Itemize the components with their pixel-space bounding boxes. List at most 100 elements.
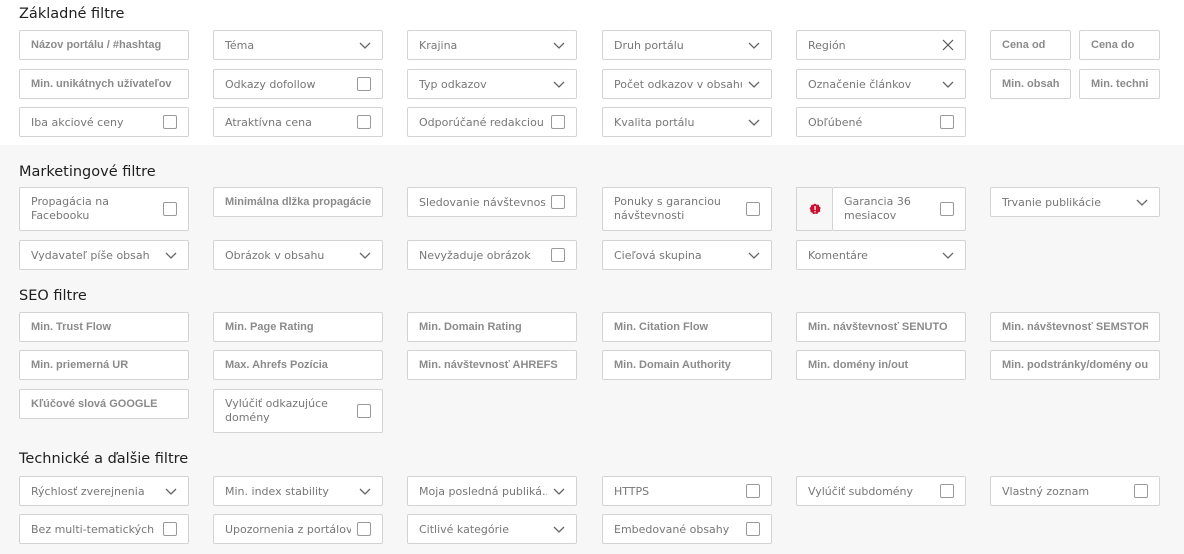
- tema-label: Téma: [225, 38, 255, 52]
- min-technickej-input[interactable]: Min. technickej: [1079, 69, 1160, 99]
- portal-name-input[interactable]: Názov portálu / #hashtag: [19, 30, 189, 60]
- min-technickej-placeholder: Min. technickej: [1091, 78, 1148, 90]
- akciove-ceny-checkbox[interactable]: Iba akciové ceny: [19, 107, 189, 137]
- dofollow-label: Odkazy dofollow: [225, 77, 316, 91]
- domain-authority-placeholder: Min. Domain Authority: [614, 359, 731, 371]
- upozornenia-checkbox[interactable]: Upozornenia z portálov: [213, 514, 383, 544]
- checkbox-box[interactable]: [551, 195, 565, 209]
- domain-rating-input[interactable]: Min. Domain Rating: [407, 312, 577, 342]
- citation-flow-placeholder: Min. Citation Flow: [614, 321, 709, 333]
- checkbox-box[interactable]: [163, 115, 177, 129]
- warning-badge: [796, 187, 832, 231]
- garancia-36-checkbox[interactable]: Garancia 36 mesiacov: [832, 187, 966, 231]
- domeny-input[interactable]: Min. domény in/out: [796, 350, 966, 380]
- oznacenie-select[interactable]: Označenie článkov: [796, 69, 966, 99]
- checkbox-box[interactable]: [746, 484, 760, 498]
- nevyzaduje-checkbox[interactable]: Nevyžaduje obrázok: [407, 240, 577, 270]
- pocet-odkazov-select[interactable]: Počet odkazov v obsahu: [602, 69, 772, 99]
- ponuky-garancia-checkbox[interactable]: Ponuky s garanciou návštevnosti: [602, 187, 772, 231]
- checkbox-box[interactable]: [551, 115, 565, 129]
- tema-select[interactable]: Téma: [213, 30, 383, 60]
- section-title-basic: Základné filtre: [19, 6, 125, 22]
- krajina-select[interactable]: Krajina: [407, 30, 577, 60]
- ponuky-garancia-label: Ponuky s garanciou návštevnosti: [614, 195, 721, 222]
- domain-authority-input[interactable]: Min. Domain Authority: [602, 350, 772, 380]
- semstorm-input[interactable]: Min. návštevnosť SEMSTORM: [990, 312, 1160, 342]
- checkbox-box[interactable]: [940, 202, 954, 216]
- sledovanie-label: Sledovanie návštevnosti: [419, 195, 545, 209]
- rychlost-select[interactable]: Rýchlosť zverejnenia: [19, 476, 189, 506]
- checkbox-box[interactable]: [746, 202, 760, 216]
- vylucit-domeny-checkbox[interactable]: Vylúčiť odkazujúce domény: [213, 389, 383, 433]
- dofollow-checkbox[interactable]: Odkazy dofollow: [213, 69, 383, 99]
- trust-flow-placeholder: Min. Trust Flow: [31, 321, 112, 333]
- podstranky-input[interactable]: Min. podstránky/domény out: [990, 350, 1160, 380]
- checkbox-box[interactable]: [940, 115, 954, 129]
- checkbox-box[interactable]: [746, 522, 760, 536]
- odporucane-checkbox[interactable]: Odporúčané redakciou: [407, 107, 577, 137]
- vlastny-zoznam-checkbox[interactable]: Vlastný zoznam: [990, 476, 1160, 506]
- chevron-down-icon: [748, 252, 760, 259]
- citation-flow-input[interactable]: Min. Citation Flow: [602, 312, 772, 342]
- cielova-select[interactable]: Cieľová skupina: [602, 240, 772, 270]
- min-obsahu-input[interactable]: Min. obsahu: [990, 69, 1071, 99]
- cena-od-placeholder: Cena od: [1002, 39, 1046, 51]
- checkbox-box[interactable]: [357, 522, 371, 536]
- embedovane-checkbox[interactable]: Embedované obsahy: [602, 514, 772, 544]
- checkbox-box[interactable]: [357, 77, 371, 91]
- komentare-select[interactable]: Komentáre: [796, 240, 966, 270]
- index-stability-select[interactable]: Min. index stability: [213, 476, 383, 506]
- posledna-publikacia-label: Moja posledná publiká...: [419, 484, 547, 498]
- trvanie-label: Trvanie publikácie: [1002, 195, 1102, 209]
- min-dlzka-input[interactable]: Minimálna dĺžka propagácie: [213, 187, 383, 217]
- rychlost-label: Rýchlosť zverejnenia: [31, 484, 145, 498]
- druh-portalu-label: Druh portálu: [614, 38, 684, 52]
- warning-icon: [809, 203, 821, 215]
- obrazok-select[interactable]: Obrázok v obsahu: [213, 240, 383, 270]
- pocet-odkazov-label: Počet odkazov v obsahu: [614, 77, 742, 91]
- chevron-down-icon: [553, 526, 565, 533]
- checkbox-box[interactable]: [940, 484, 954, 498]
- kvalita-select[interactable]: Kvalita portálu: [602, 107, 772, 137]
- vydavatel-select[interactable]: Vydavateľ píše obsah: [19, 240, 189, 270]
- checkbox-box[interactable]: [551, 248, 565, 262]
- facebook-checkbox[interactable]: Propagácia na Facebooku: [19, 187, 189, 231]
- trust-flow-input[interactable]: Min. Trust Flow: [19, 312, 189, 342]
- checkbox-box[interactable]: [163, 202, 177, 216]
- senuto-placeholder: Min. návštevnosť SENUTO: [808, 321, 948, 333]
- priemerna-ur-input[interactable]: Min. priemerná UR: [19, 350, 189, 380]
- min-users-input[interactable]: Min. unikátnych užívateľov: [19, 69, 189, 99]
- page-rating-input[interactable]: Min. Page Rating: [213, 312, 383, 342]
- checkbox-box[interactable]: [357, 404, 371, 418]
- cena-do-input[interactable]: Cena do: [1079, 30, 1160, 60]
- close-icon[interactable]: [942, 39, 954, 51]
- checkbox-box[interactable]: [1134, 484, 1148, 498]
- https-checkbox[interactable]: HTTPS: [602, 476, 772, 506]
- region-select[interactable]: Región: [796, 30, 966, 60]
- subdomeny-checkbox[interactable]: Vylúčiť subdomény: [796, 476, 966, 506]
- komentare-label: Komentáre: [808, 248, 868, 262]
- cena-do-placeholder: Cena do: [1091, 39, 1135, 51]
- citlive-kategorie-select[interactable]: Citlivé kategórie: [407, 514, 577, 544]
- checkbox-box[interactable]: [163, 522, 177, 536]
- klucove-slova-input[interactable]: Kľúčové slová GOOGLE: [19, 389, 189, 419]
- atraktivna-cena-checkbox[interactable]: Atraktívna cena: [213, 107, 383, 137]
- checkbox-box[interactable]: [357, 115, 371, 129]
- citlive-kategorie-label: Citlivé kategórie: [419, 522, 509, 536]
- multi-tematicke-checkbox[interactable]: Bez multi-tematických: [19, 514, 189, 544]
- trvanie-select[interactable]: Trvanie publikácie: [990, 187, 1160, 217]
- upozornenia-label: Upozornenia z portálov: [225, 522, 351, 536]
- domeny-placeholder: Min. domény in/out: [808, 359, 909, 371]
- cena-od-input[interactable]: Cena od: [990, 30, 1071, 60]
- druh-portalu-select[interactable]: Druh portálu: [602, 30, 772, 60]
- oblubene-checkbox[interactable]: Obľúbené: [796, 107, 966, 137]
- ahrefs-input[interactable]: Min. návštevnosť AHREFS: [407, 350, 577, 380]
- sledovanie-checkbox[interactable]: Sledovanie návštevnosti: [407, 187, 577, 217]
- ahrefs-pozicia-input[interactable]: Max. Ahrefs Pozícia: [213, 350, 383, 380]
- typ-odkazov-select[interactable]: Typ odkazov: [407, 69, 577, 99]
- chevron-down-icon: [165, 488, 177, 495]
- chevron-down-icon: [553, 81, 565, 88]
- posledna-publikacia-select[interactable]: Moja posledná publiká...: [407, 476, 577, 506]
- min-dlzka-placeholder: Minimálna dĺžka propagácie: [225, 196, 371, 208]
- senuto-input[interactable]: Min. návštevnosť SENUTO: [796, 312, 966, 342]
